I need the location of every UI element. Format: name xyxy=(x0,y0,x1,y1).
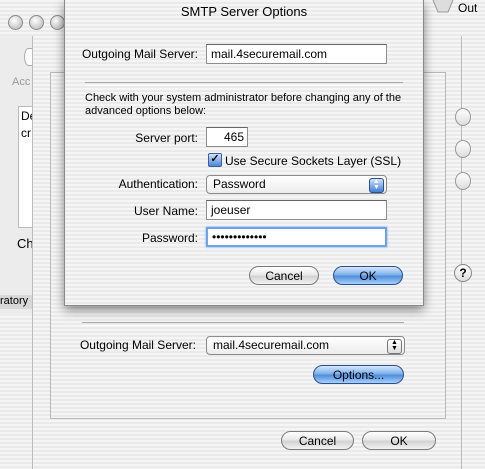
outgoing-server-popup-value: mail.4securemail.com xyxy=(213,338,330,352)
outgoing-server-label: Outgoing Mail Server: xyxy=(79,338,196,352)
authentication-popup-value: Password xyxy=(213,177,266,191)
username-field[interactable]: joeuser xyxy=(206,200,387,220)
password-field[interactable]: ••••••••••••• xyxy=(206,227,387,247)
radio-option-1[interactable] xyxy=(455,108,471,126)
username-label: User Name: xyxy=(133,204,198,218)
ssl-label: Use Secure Sockets Layer (SSL) xyxy=(225,154,402,168)
chevron-updown-icon: ▲ ▼ xyxy=(387,339,402,354)
minimize-window-button[interactable] xyxy=(29,15,44,30)
close-window-button[interactable] xyxy=(8,15,23,30)
back-cancel-button[interactable]: Cancel xyxy=(281,431,354,450)
authentication-label: Authentication: xyxy=(118,177,198,191)
radio-option-3[interactable] xyxy=(455,172,471,190)
outbox-toolbar-icon[interactable] xyxy=(430,0,456,14)
account-list-row[interactable]: cr xyxy=(21,126,31,140)
server-port-label: Server port: xyxy=(135,131,198,145)
dialog-ok-button[interactable]: OK xyxy=(333,266,403,285)
dialog-cancel-button[interactable]: Cancel xyxy=(249,266,319,285)
radio-option-2[interactable] xyxy=(455,140,471,158)
server-port-field[interactable]: 465 xyxy=(206,127,248,147)
dialog-outgoing-server-label: Outgoing Mail Server: xyxy=(81,47,198,61)
zoom-window-button[interactable] xyxy=(50,15,65,30)
separator xyxy=(82,322,404,326)
chevron-updown-icon: ▲ ▼ xyxy=(369,178,384,193)
authentication-popup[interactable]: Password ▲ ▼ xyxy=(206,175,387,194)
dialog-separator xyxy=(85,82,403,86)
outbox-toolbar-label: Out xyxy=(458,1,478,15)
dialog-outgoing-server-field[interactable]: mail.4securemail.com xyxy=(206,44,387,64)
help-button[interactable]: ? xyxy=(454,264,472,282)
ssl-checkbox[interactable]: ✓ xyxy=(208,153,222,167)
background-app-strip: ratory xyxy=(0,295,32,309)
toolbar-account-label: Acc xyxy=(12,76,31,88)
password-label: Password: xyxy=(141,231,198,245)
back-ok-button[interactable]: OK xyxy=(362,431,436,450)
advisory-text: Check with your system administrator bef… xyxy=(85,92,402,117)
account-list[interactable] xyxy=(18,106,33,228)
dialog-title: SMTP Server Options xyxy=(180,4,308,19)
outgoing-server-popup[interactable]: mail.4securemail.com ▲ ▼ xyxy=(206,336,405,355)
smtp-options-dialog: SMTP Server Options Outgoing Mail Server… xyxy=(64,0,424,306)
options-button[interactable]: Options... xyxy=(313,365,404,384)
